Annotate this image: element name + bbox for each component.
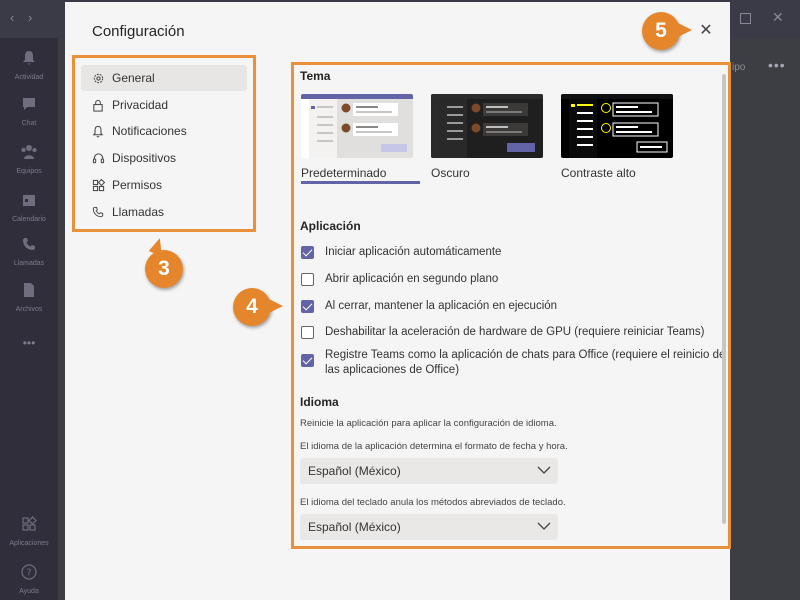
language-heading: Idioma bbox=[300, 395, 339, 409]
theme-default-card[interactable] bbox=[301, 94, 413, 158]
teams-icon bbox=[0, 144, 58, 164]
nav-item-label: Permisos bbox=[112, 178, 163, 192]
keep-running-checkbox[interactable] bbox=[301, 300, 314, 313]
settings-nav: General Privacidad Notificaciones Dispos… bbox=[75, 57, 255, 232]
chevron-down-icon bbox=[537, 466, 551, 474]
maximize-icon[interactable] bbox=[740, 13, 751, 24]
option-disable-gpu[interactable]: Deshabilitar la aceleración de hardware … bbox=[301, 325, 704, 340]
app-language-select[interactable]: Español (México) bbox=[300, 458, 558, 484]
back-icon[interactable]: ‹ bbox=[10, 10, 14, 25]
keyboard-language-value: Español (México) bbox=[308, 520, 401, 534]
disable-gpu-checkbox[interactable] bbox=[301, 326, 314, 339]
chat-icon bbox=[0, 96, 58, 116]
headset-icon bbox=[91, 151, 105, 165]
option-open-background[interactable]: Abrir aplicación en segundo plano bbox=[301, 272, 498, 287]
nav-item-calls[interactable]: Llamadas bbox=[81, 199, 247, 225]
calendar-icon bbox=[0, 192, 58, 212]
option-auto-start[interactable]: Iniciar aplicación automáticamente bbox=[301, 245, 501, 260]
keyboard-language-note: El idioma del teclado anula los métodos … bbox=[300, 497, 566, 508]
step-badge-3: 3 bbox=[145, 250, 183, 288]
theme-default-label[interactable]: Predeterminado bbox=[301, 166, 386, 180]
theme-high-contrast-card[interactable] bbox=[561, 94, 673, 158]
app-rail: Actividad Chat Equipos Calendario Llamad… bbox=[0, 38, 58, 600]
rail-item-help[interactable]: ? Ayuda bbox=[0, 564, 58, 595]
rail-item-apps[interactable]: Aplicaciones bbox=[0, 516, 58, 547]
more-icon: ••• bbox=[22, 336, 36, 350]
theme-dark-label[interactable]: Oscuro bbox=[431, 166, 470, 180]
bell-icon bbox=[0, 50, 58, 70]
phone-icon bbox=[91, 205, 105, 219]
rail-item-calls[interactable]: Llamadas bbox=[0, 236, 58, 267]
nav-item-label: Dispositivos bbox=[112, 151, 177, 165]
theme-dark-card[interactable] bbox=[431, 94, 543, 158]
bell-icon bbox=[91, 124, 105, 138]
window-close-icon[interactable]: ✕ bbox=[772, 9, 784, 26]
rail-item-calendar[interactable]: Calendario bbox=[0, 192, 58, 223]
register-chat-app-checkbox[interactable] bbox=[301, 354, 314, 367]
close-button[interactable]: ✕ bbox=[697, 22, 715, 40]
app-language-note: El idioma de la aplicación determina el … bbox=[300, 441, 568, 452]
nav-item-label: Llamadas bbox=[112, 205, 165, 219]
rail-item-chat[interactable]: Chat bbox=[0, 96, 58, 127]
rail-item-files[interactable]: Archivos bbox=[0, 282, 58, 313]
nav-item-label: Privacidad bbox=[112, 98, 169, 112]
theme-heading: Tema bbox=[300, 69, 331, 83]
nav-item-privacy[interactable]: Privacidad bbox=[81, 92, 247, 118]
theme-high-contrast-label[interactable]: Contraste alto bbox=[561, 166, 636, 180]
language-restart-note: Reinicie la aplicación para aplicar la c… bbox=[300, 418, 557, 429]
application-heading: Aplicación bbox=[300, 219, 361, 233]
lock-icon bbox=[91, 98, 105, 112]
open-background-checkbox[interactable] bbox=[301, 273, 314, 286]
theme-selected-indicator bbox=[301, 181, 420, 184]
phone-icon bbox=[0, 236, 58, 256]
nav-item-label: Notificaciones bbox=[112, 124, 187, 138]
forward-icon[interactable]: › bbox=[28, 10, 32, 25]
partial-header-text: ipo bbox=[732, 62, 746, 73]
svg-text:?: ? bbox=[26, 568, 31, 579]
nav-item-label: General bbox=[112, 71, 155, 85]
files-icon bbox=[0, 282, 58, 302]
close-icon: ✕ bbox=[699, 22, 713, 39]
content-scrollbar[interactable] bbox=[722, 74, 726, 524]
apps-icon bbox=[91, 178, 105, 192]
step-badge-4: 4 bbox=[233, 288, 283, 326]
more-apps-button[interactable]: ••• bbox=[0, 336, 58, 350]
nav-item-devices[interactable]: Dispositivos bbox=[81, 145, 247, 171]
auto-start-checkbox[interactable] bbox=[301, 246, 314, 259]
settings-content: Tema Predeterminado Oscuro Contraste alt… bbox=[293, 62, 725, 552]
rail-item-activity[interactable]: Actividad bbox=[0, 50, 58, 81]
option-register-chat-app[interactable]: Registre Teams como la aplicación de cha… bbox=[301, 348, 741, 378]
keyboard-language-select[interactable]: Español (México) bbox=[300, 514, 558, 540]
rail-item-teams[interactable]: Equipos bbox=[0, 144, 58, 175]
app-language-value: Español (México) bbox=[308, 464, 401, 478]
more-options-icon[interactable]: ••• bbox=[768, 57, 786, 73]
apps-icon bbox=[0, 516, 58, 536]
step-badge-5: 5 bbox=[642, 12, 692, 50]
help-icon: ? bbox=[0, 564, 58, 584]
gear-icon bbox=[91, 71, 105, 85]
option-keep-running[interactable]: Al cerrar, mantener la aplicación en eje… bbox=[301, 299, 557, 314]
dialog-title: Configuración bbox=[92, 23, 185, 40]
nav-item-general[interactable]: General bbox=[81, 65, 247, 91]
chevron-down-icon bbox=[537, 522, 551, 530]
nav-item-notifications[interactable]: Notificaciones bbox=[81, 118, 247, 144]
settings-dialog: Configuración ✕ General Privacidad Notif… bbox=[65, 2, 730, 600]
nav-item-permissions[interactable]: Permisos bbox=[81, 172, 247, 198]
